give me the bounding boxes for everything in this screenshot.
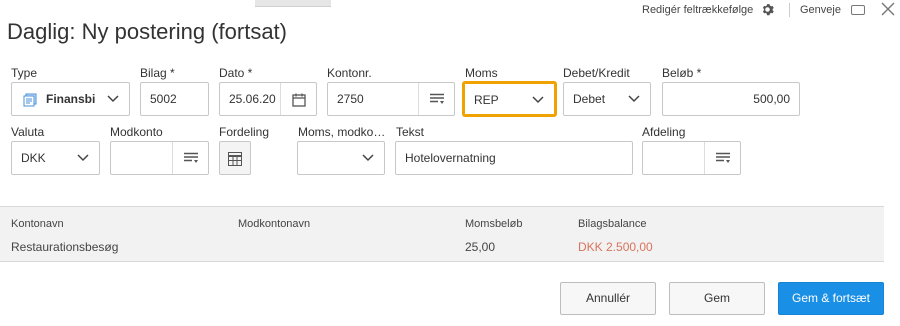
moms-modkonto-select[interactable]: [297, 141, 385, 175]
fordeling-button[interactable]: [219, 141, 251, 175]
kontonavn-value: Restaurationsbesøg: [11, 240, 119, 254]
chevron-down-icon: [77, 154, 89, 162]
moms-modkonto-label: Moms, modko…: [298, 125, 386, 139]
gear-icon[interactable]: [761, 3, 774, 16]
tekst-value: Hotelovernatning: [405, 151, 496, 165]
page-title: Daglig: Ny postering (fortsat): [7, 19, 287, 44]
kontonavn-header: Kontonavn: [11, 218, 64, 230]
afdeling-label: Afdeling: [642, 125, 686, 139]
chevron-down-icon: [107, 95, 119, 103]
bilag-value: 5002: [150, 92, 177, 106]
bilagsbalance-header: Bilagsbalance: [578, 218, 647, 230]
dato-input[interactable]: 25.06.20: [219, 82, 317, 116]
toolbar-divider: [789, 3, 790, 17]
modkonto-label: Modkonto: [110, 125, 163, 139]
keyboard-icon[interactable]: [851, 5, 865, 15]
shortcuts-link[interactable]: Genveje: [800, 4, 841, 16]
bilagsbalance-value: DKK 2.500,00: [578, 240, 653, 254]
debet-kredit-label: Debet/Kredit: [563, 66, 630, 80]
grid-icon: [228, 152, 242, 166]
momsbelob-value: 25,00: [465, 240, 496, 254]
tekst-label: Tekst: [396, 125, 425, 139]
chevron-down-icon: [362, 154, 374, 162]
list-lookup-icon: [430, 93, 444, 104]
afdeling-input[interactable]: [642, 141, 741, 175]
edit-field-order-link[interactable]: Redigér feltrækkefølge: [642, 4, 753, 16]
list-lookup-icon: [716, 152, 730, 163]
valuta-select[interactable]: DKK: [11, 141, 100, 175]
modkonto-input[interactable]: [110, 141, 209, 175]
belob-label: Beløb *: [662, 66, 702, 80]
moms-select[interactable]: REP: [463, 82, 556, 116]
date-picker-button[interactable]: [280, 83, 316, 115]
close-icon[interactable]: [881, 2, 895, 16]
kontonr-input[interactable]: 2750: [327, 82, 455, 116]
tekst-input[interactable]: Hotelovernatning: [395, 141, 633, 175]
list-lookup-icon: [184, 152, 198, 163]
belob-value: 500,00: [753, 92, 790, 106]
summary-panel: Kontonavn Modkontonavn Momsbeløb Bilagsb…: [0, 206, 884, 262]
chevron-down-icon: [532, 96, 544, 104]
bilag-label: Bilag *: [140, 66, 175, 80]
save-button[interactable]: Gem: [669, 282, 765, 315]
kontonr-lookup-button[interactable]: [418, 83, 454, 115]
moms-value: REP: [474, 93, 499, 107]
bilag-input[interactable]: 5002: [140, 82, 209, 116]
dato-label: Dato *: [219, 66, 253, 80]
type-value: Finansbi: [46, 92, 96, 106]
belob-input[interactable]: 500,00: [662, 82, 800, 116]
debet-kredit-value: Debet: [573, 92, 606, 106]
valuta-label: Valuta: [11, 125, 45, 139]
valuta-value: DKK: [21, 151, 46, 165]
dato-value: 25.06.20: [229, 92, 276, 106]
type-label: Type: [11, 66, 38, 80]
kontonr-value: 2750: [337, 92, 364, 106]
momsbelob-header: Momsbeløb: [465, 218, 523, 230]
afdeling-lookup-button[interactable]: [704, 142, 740, 174]
type-select[interactable]: Finansbi: [11, 82, 130, 116]
modkonto-lookup-button[interactable]: [172, 142, 208, 174]
document-stack-icon: [23, 93, 37, 107]
calendar-icon: [292, 93, 306, 107]
window-drag-handle: [255, 0, 331, 7]
cancel-button[interactable]: Annullér: [560, 282, 656, 315]
save-and-continue-button[interactable]: Gem & fortsæt: [778, 282, 884, 315]
moms-label: Moms: [465, 66, 498, 80]
chevron-down-icon: [628, 95, 640, 103]
modkontonavn-header: Modkontonavn: [238, 218, 311, 230]
kontonr-label: Kontonr.: [327, 66, 372, 80]
debet-kredit-select[interactable]: Debet: [563, 82, 651, 116]
fordeling-label: Fordeling: [219, 125, 270, 139]
